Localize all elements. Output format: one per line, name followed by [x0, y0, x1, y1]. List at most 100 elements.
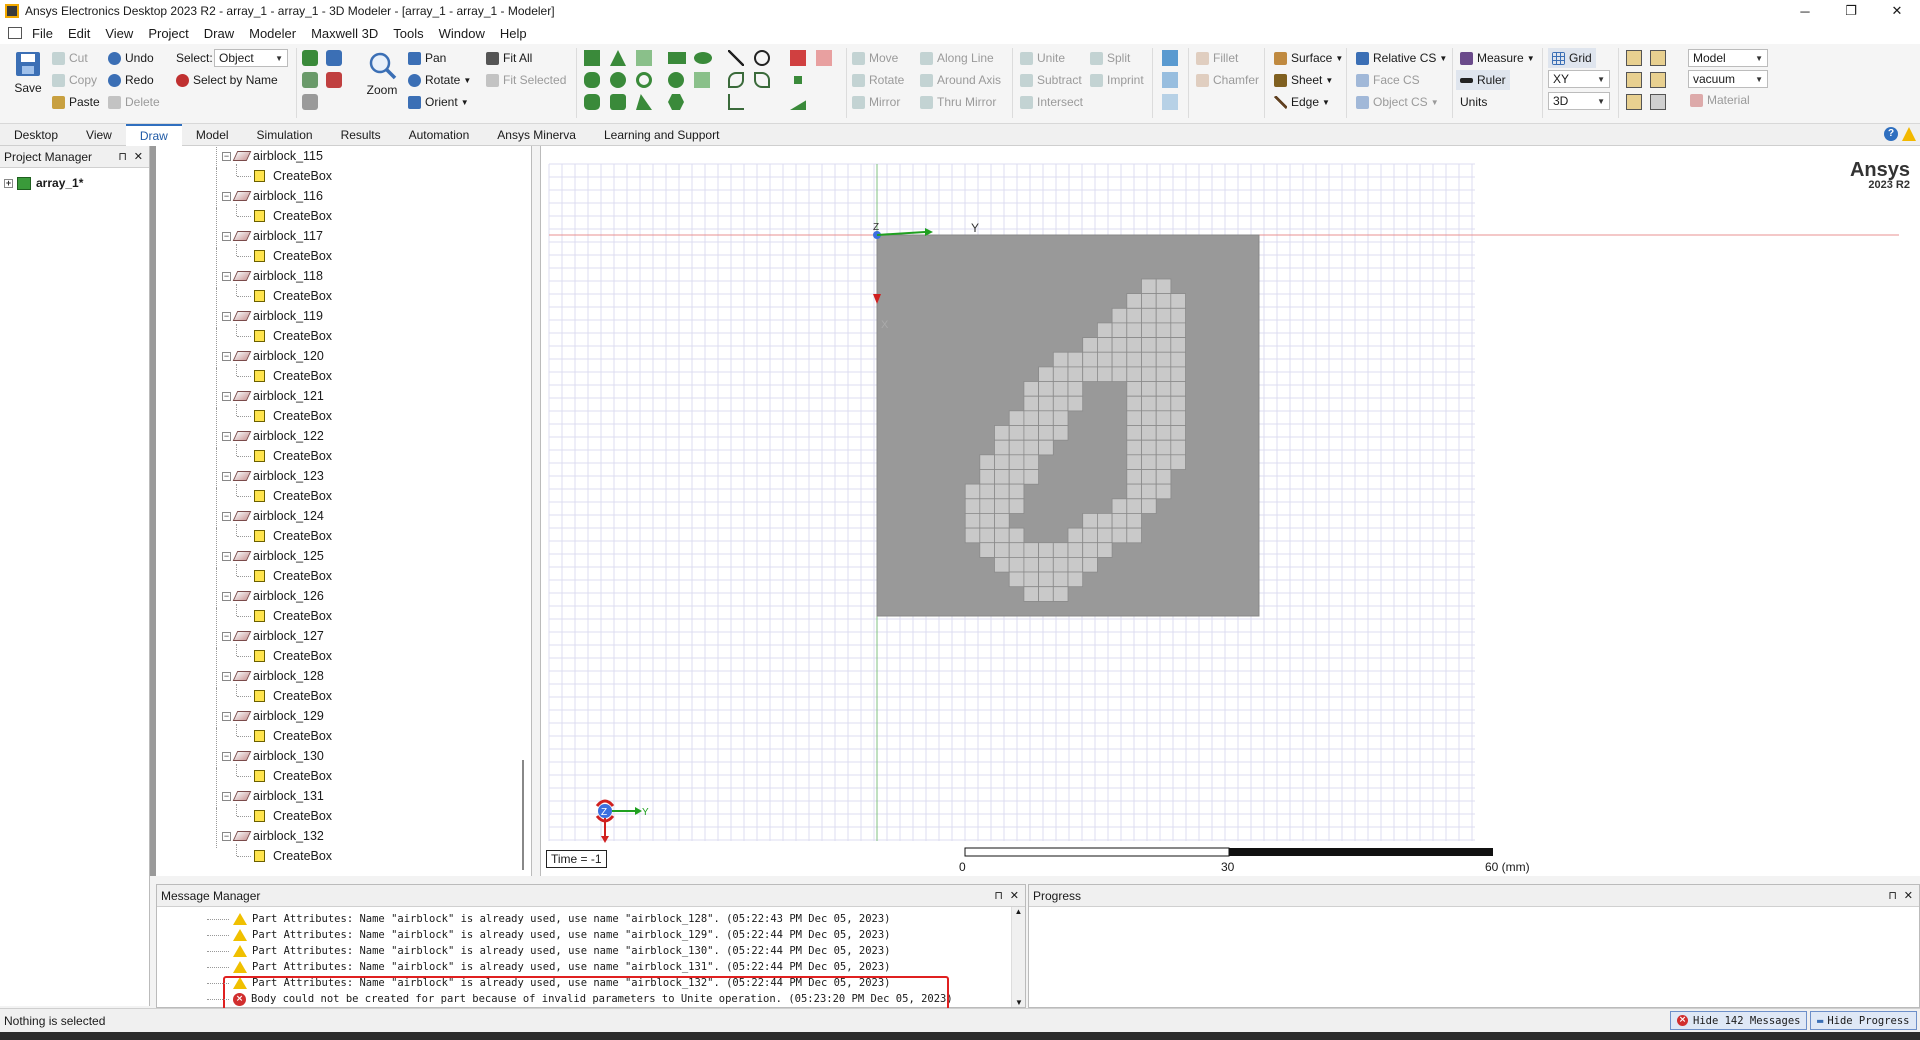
menu-edit[interactable]: Edit [68, 26, 90, 41]
select-edge-icon[interactable] [302, 72, 318, 88]
tree-item-airblock[interactable]: − airblock_124 [222, 508, 324, 524]
tree-item-airblock[interactable]: − airblock_128 [222, 668, 324, 684]
close-button[interactable]: ✕ [1874, 0, 1920, 22]
airblock-cell[interactable] [1141, 439, 1157, 456]
airblock-cell[interactable] [1052, 542, 1069, 558]
airblock-cell[interactable] [1126, 512, 1142, 529]
collapse-icon[interactable]: − [222, 271, 231, 281]
draw-spline-icon[interactable] [728, 72, 744, 88]
collapse-icon[interactable]: − [222, 791, 231, 801]
airblock-cell[interactable] [1155, 278, 1172, 295]
tab-simulation[interactable]: Simulation [243, 124, 327, 146]
airblock-cell[interactable] [1126, 293, 1142, 309]
airblock-cell[interactable] [1008, 542, 1025, 558]
document-icon[interactable] [8, 27, 22, 39]
grid-button[interactable]: Grid [1548, 48, 1596, 68]
airblock-cell[interactable] [1023, 454, 1039, 470]
airblock-cell[interactable] [994, 439, 1010, 456]
tree-item-createbox[interactable]: CreateBox [254, 288, 332, 304]
collapse-icon[interactable]: − [222, 831, 231, 841]
tree-item-airblock[interactable]: − airblock_123 [222, 468, 324, 484]
airblock-cell[interactable] [1082, 337, 1098, 353]
airblock-cell[interactable] [1155, 483, 1172, 500]
airblock-cell[interactable] [1155, 410, 1172, 426]
draw-polyhedron-icon[interactable] [584, 94, 600, 110]
airblock-cell[interactable] [994, 483, 1010, 500]
airblock-cell[interactable] [1038, 542, 1054, 558]
draw-torus-icon[interactable] [636, 72, 652, 88]
tree-item-createbox[interactable]: CreateBox [254, 608, 332, 624]
model-dropdown[interactable]: Model ▼ [1688, 49, 1768, 67]
airblock-cell[interactable] [1126, 439, 1142, 456]
tree-item-createbox[interactable]: CreateBox [254, 848, 332, 864]
tree-item-airblock[interactable]: − airblock_116 [222, 188, 323, 204]
collapse-icon[interactable]: − [222, 311, 231, 321]
airblock-cell[interactable] [1052, 410, 1069, 426]
tree-item-createbox[interactable]: CreateBox [254, 808, 332, 824]
airblock-cell[interactable] [1023, 586, 1039, 602]
tab-draw[interactable]: Draw [125, 123, 182, 146]
snap-face-icon[interactable] [1650, 72, 1666, 88]
airblock-cell[interactable] [1170, 337, 1186, 353]
airblock-cell[interactable] [1111, 351, 1128, 368]
airblock-cell[interactable] [1097, 542, 1113, 558]
menu-file[interactable]: File [32, 26, 53, 41]
menu-window[interactable]: Window [439, 26, 485, 41]
collapse-icon[interactable]: − [222, 631, 231, 641]
airblock-cell[interactable] [1126, 469, 1142, 485]
draw-polyline-icon[interactable] [728, 94, 744, 110]
airblock-cell[interactable] [1111, 337, 1128, 353]
tree-item-airblock[interactable]: − airblock_126 [222, 588, 324, 604]
fit-all-button[interactable]: Fit All [486, 48, 532, 68]
measure-button[interactable]: Measure ▼ [1460, 48, 1535, 68]
tree-item-airblock[interactable]: − airblock_122 [222, 428, 324, 444]
thru-mirror-button[interactable]: Thru Mirror [920, 92, 996, 112]
airblock-cell[interactable] [1141, 454, 1157, 470]
airblock-cell[interactable] [1141, 410, 1157, 426]
airblock-cell[interactable] [1097, 366, 1113, 382]
airblock-cell[interactable] [964, 527, 981, 544]
menu-modeler[interactable]: Modeler [249, 26, 296, 41]
draw-arc-icon[interactable] [754, 50, 770, 66]
airblock-cell[interactable] [1023, 571, 1039, 588]
tree-item-airblock[interactable]: − airblock_118 [222, 268, 323, 284]
airblock-cell[interactable] [1155, 439, 1172, 456]
airblock-cell[interactable] [1082, 512, 1098, 529]
select-face-icon[interactable] [326, 50, 342, 66]
delete-button[interactable]: Delete [108, 92, 160, 112]
airblock-cell[interactable] [1141, 395, 1157, 412]
select-by-name-button[interactable]: Select by Name [176, 70, 278, 90]
airblock-cell[interactable] [994, 454, 1010, 470]
tree-item-createbox[interactable]: CreateBox [254, 448, 332, 464]
around-axis-button[interactable]: Around Axis [920, 70, 1001, 90]
airblock-cell[interactable] [1170, 307, 1186, 324]
airblock-cell[interactable] [1097, 351, 1113, 368]
airblock-cell[interactable] [1008, 425, 1025, 441]
sheet-button[interactable]: Sheet ▼ [1274, 70, 1333, 90]
airblock-cell[interactable] [1126, 425, 1142, 441]
airblock-cell[interactable] [1023, 542, 1039, 558]
tab-view[interactable]: View [72, 124, 126, 146]
warning-message[interactable]: Part Attributes: Name "airblock" is alre… [233, 927, 890, 943]
airblock-cell[interactable] [1155, 366, 1172, 382]
restore-button[interactable]: ❐ [1828, 0, 1874, 22]
tree-item-createbox[interactable]: CreateBox [254, 488, 332, 504]
units-button[interactable]: Units [1460, 92, 1487, 112]
airblock-cell[interactable] [1126, 483, 1142, 500]
airblock-cell[interactable] [1038, 586, 1054, 602]
collapse-icon[interactable]: − [222, 551, 231, 561]
pin-icon[interactable]: ⊓ [994, 889, 1003, 902]
draw-regular-polyhedron-icon[interactable] [610, 94, 626, 110]
airblock-cell[interactable] [1111, 322, 1128, 338]
draw-helix-icon[interactable] [636, 50, 652, 66]
collapse-icon[interactable]: − [222, 671, 231, 681]
snap-vertex-icon[interactable] [1650, 50, 1666, 66]
face-cs-button[interactable]: Face CS [1356, 70, 1420, 90]
airblock-cell[interactable] [1170, 454, 1186, 470]
collapse-icon[interactable]: − [222, 431, 231, 441]
airblock-cell[interactable] [1067, 366, 1084, 382]
airblock-cell[interactable] [1097, 322, 1113, 338]
airblock-cell[interactable] [1170, 395, 1186, 412]
sweep-icon[interactable] [1162, 50, 1178, 66]
pin-icon[interactable]: ⊓ [118, 150, 127, 163]
